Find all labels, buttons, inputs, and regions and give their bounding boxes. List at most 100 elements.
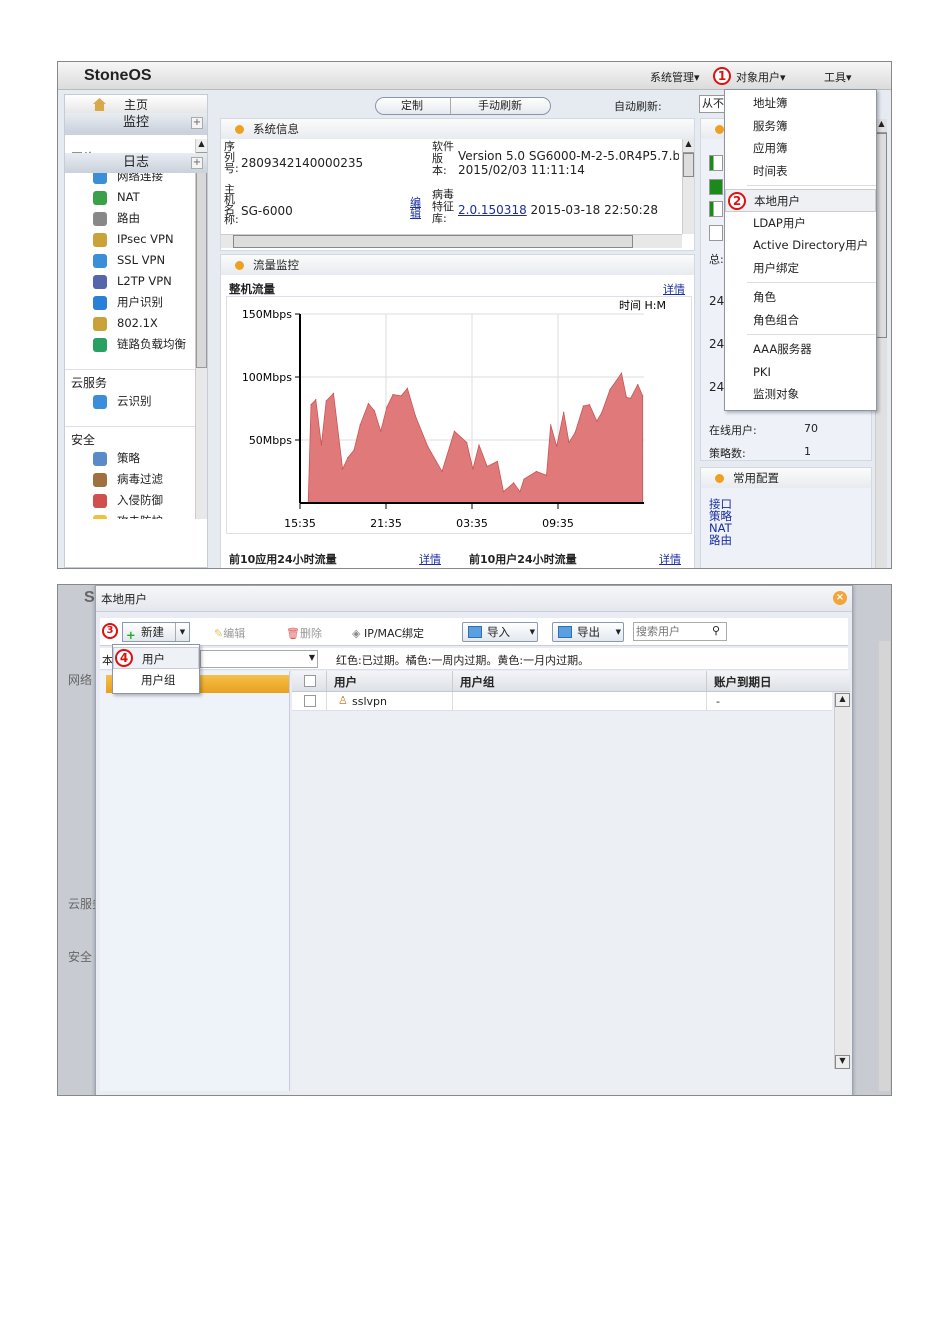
row-checkbox[interactable] xyxy=(304,695,316,707)
bg-logo: S xyxy=(84,589,95,606)
traffic-detail-link[interactable]: 详情 xyxy=(663,281,685,297)
sidebar-item[interactable]: 病毒过滤 xyxy=(65,469,195,490)
objects-menu-item[interactable]: 用户绑定 xyxy=(725,257,876,280)
chevron-down-icon[interactable]: ▼ xyxy=(175,623,189,641)
sidebar-item[interactable]: SSL VPN xyxy=(65,250,195,271)
new-label: 新建 xyxy=(141,625,164,639)
data-point xyxy=(513,482,515,484)
x-tick-label: 21:35 xyxy=(370,517,402,530)
sidebar-item[interactable]: NAT xyxy=(65,187,195,208)
menu-item-icon xyxy=(93,275,107,289)
user-filter-select[interactable]: ▼ xyxy=(200,650,318,668)
menu-item-icon xyxy=(93,473,107,487)
expand-icon[interactable]: + xyxy=(191,117,203,129)
ip-mac-bind-button[interactable]: ◈ IP/MAC绑定 xyxy=(352,625,424,641)
software-label: 软件版本: xyxy=(432,140,454,177)
log-label: 日志 xyxy=(122,155,149,170)
link-route[interactable]: 路由 xyxy=(709,534,732,546)
objects-menu-item[interactable]: 监测对象 xyxy=(725,383,876,406)
data-point xyxy=(359,424,361,426)
dialog-toolbar: 3 + 新建 ▼ ✎编辑 🗑删除 ◈ IP/MAC绑定 导入 ▼ 导出 ▼ ⚲ xyxy=(100,618,848,646)
col-group[interactable]: 用户组 xyxy=(460,674,495,690)
chevron-down-icon[interactable]: ▼ xyxy=(530,623,535,641)
sidebar-item[interactable]: 云识别 xyxy=(65,391,195,412)
objects-menu-item[interactable]: 时间表 xyxy=(725,160,876,183)
objects-menu-item[interactable]: 地址簿 xyxy=(725,92,876,115)
table-vscroll[interactable]: ▲ ▼ xyxy=(834,693,850,1069)
sidebar-item[interactable]: 用户识别 xyxy=(65,292,195,313)
data-point xyxy=(320,444,322,446)
sidebar-scrollbar[interactable]: ▲ xyxy=(195,139,207,519)
data-point xyxy=(568,441,570,444)
sidebar-group-label: 安全 xyxy=(65,426,195,448)
sidebar-item[interactable]: IPsec VPN xyxy=(65,229,195,250)
expand-icon[interactable]: + xyxy=(191,157,203,169)
user-icon: ♙ xyxy=(338,694,348,707)
table-row[interactable]: ♙ sslvpn - xyxy=(292,692,832,711)
col-user[interactable]: 用户 xyxy=(334,674,357,690)
col-expiry[interactable]: 账户到期日 xyxy=(714,674,772,690)
top10-apps-detail-link[interactable]: 详情 xyxy=(419,551,441,567)
menu-item-label: Active Directory用户 xyxy=(753,238,869,252)
av-version-link[interactable]: 2.0.150318 xyxy=(458,203,527,217)
export-button[interactable]: 导出 ▼ xyxy=(552,622,624,642)
import-button[interactable]: 导入 ▼ xyxy=(462,622,538,642)
sidebar-item[interactable]: 攻击防护 xyxy=(65,511,195,519)
menu-tools[interactable]: 工具▾ xyxy=(824,69,852,85)
sidebar-log[interactable]: 日志 + xyxy=(65,153,207,173)
sidebar-item[interactable]: L2TP VPN xyxy=(65,271,195,292)
menu-item-label: 本地用户 xyxy=(754,194,800,208)
software-version: Version 5.0 SG6000-M-2-5.0R4P5.7.bi xyxy=(458,149,679,163)
table-header: 用户 用户组 账户到期日 xyxy=(292,671,850,692)
sysinfo-vscroll[interactable]: ▲ xyxy=(682,139,694,234)
objects-menu-item[interactable]: PKI xyxy=(725,361,876,384)
objects-menu-item[interactable]: 2 本地用户 xyxy=(725,189,876,212)
trash-icon: 🗑 xyxy=(286,627,300,640)
menu-objects-users[interactable]: 对象用户▾ xyxy=(736,69,786,85)
sidebar-monitor[interactable]: 监控 + xyxy=(65,113,207,133)
objects-menu-item[interactable]: Active Directory用户 xyxy=(725,234,876,257)
serial-label: 序列号: xyxy=(224,140,239,175)
menu-item-icon xyxy=(93,317,107,331)
chart-subtitle: 整机流量 xyxy=(229,282,275,296)
sidebar-item[interactable]: 802.1X xyxy=(65,313,195,334)
dialog-title: 本地用户 xyxy=(101,592,147,606)
x-axis-label: 时间 H:M xyxy=(619,299,666,312)
chevron-down-icon[interactable]: ▼ xyxy=(616,623,621,641)
objects-menu-item[interactable]: 角色组合 xyxy=(725,309,876,332)
sidebar-item[interactable]: 路由 xyxy=(65,208,195,229)
select-all-checkbox[interactable] xyxy=(304,675,316,687)
data-point xyxy=(453,430,455,432)
delete-button[interactable]: 🗑删除 xyxy=(286,625,322,641)
menu-item-icon xyxy=(93,338,107,352)
data-point xyxy=(502,491,505,493)
edit-button[interactable]: ✎编辑 xyxy=(214,625,245,641)
manual-refresh-button[interactable]: 手动刷新 xyxy=(478,98,522,114)
sidebar-item[interactable]: 链路负载均衡 xyxy=(65,334,195,355)
data-point xyxy=(609,389,611,391)
customize-button[interactable]: 定制 xyxy=(401,98,423,114)
data-point xyxy=(466,441,468,444)
objects-menu-item[interactable]: 角色 xyxy=(725,286,876,309)
objects-menu-item[interactable]: 服务簿 xyxy=(725,115,876,138)
new-menu-item-usergroup[interactable]: 用户组 xyxy=(113,669,199,691)
x-tick-label: 09:35 xyxy=(542,517,574,530)
sidebar-item[interactable]: 入侵防御 xyxy=(65,490,195,511)
search-icon[interactable]: ⚲ xyxy=(712,624,720,637)
stat-value: 24 xyxy=(709,380,725,394)
sidebar-item[interactable]: 策略 xyxy=(65,448,195,469)
edit-hostname-link[interactable]: 编辑 xyxy=(410,197,422,219)
objects-menu-item[interactable]: AAA服务器 xyxy=(725,338,876,361)
menu-system[interactable]: 系统管理▾ xyxy=(650,69,700,85)
data-point xyxy=(472,468,474,470)
top10-users-title: 前10用户24小时流量 xyxy=(469,553,577,566)
top10-users-detail-link[interactable]: 详情 xyxy=(659,551,681,567)
sidebar-home[interactable]: 主页 xyxy=(65,95,207,115)
close-icon[interactable]: × xyxy=(833,591,847,605)
data-point xyxy=(519,491,521,493)
sysinfo-hscroll[interactable] xyxy=(221,234,682,248)
x-tick-label: 03:35 xyxy=(456,517,488,530)
objects-menu-item[interactable]: 应用簿 xyxy=(725,137,876,160)
new-button[interactable]: + 新建 ▼ xyxy=(122,622,190,642)
objects-menu-item[interactable]: LDAP用户 xyxy=(725,212,876,235)
